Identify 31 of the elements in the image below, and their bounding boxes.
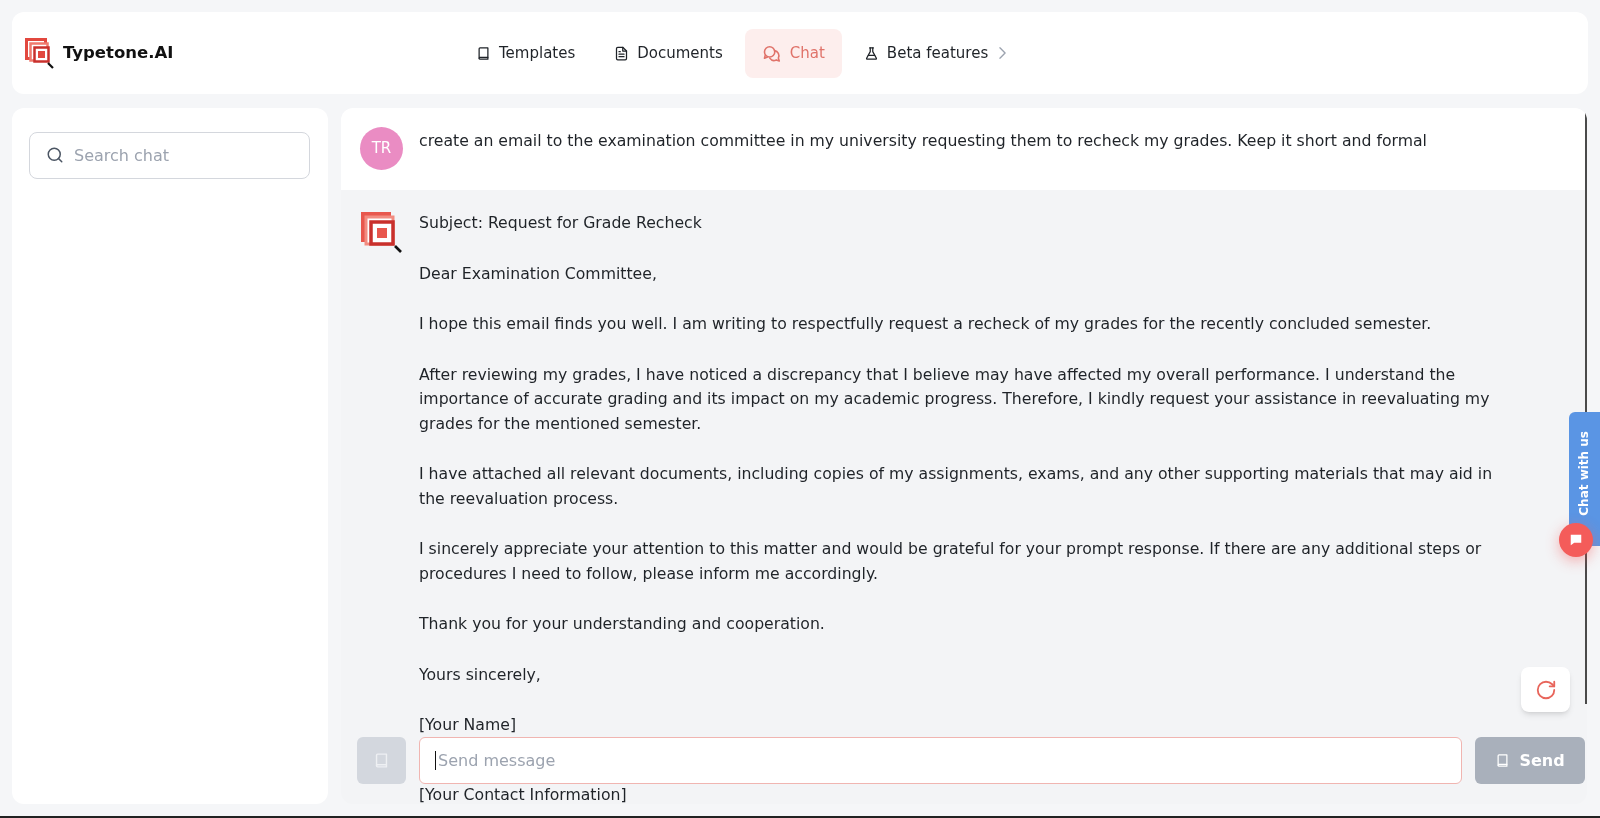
reply-paragraph: I sincerely appreciate your attention to this matter and would be grateful for your prompt response. If there are any additional steps or procedures I need to follow, please inform me accordingly. — [419, 538, 1483, 585]
reply-paragraph: Yours sincerely, — [419, 663, 542, 686]
refresh-icon — [1534, 678, 1557, 701]
assistant-logo-icon — [359, 210, 403, 254]
message-field[interactable]: Send message — [419, 737, 1462, 784]
nav-tab[interactable]: Templates — [459, 28, 593, 78]
message-text: create an email to the examination committee in my university requesting them to recheck my grades. Keep it short and formal — [419, 130, 1427, 152]
speech-bubble-icon — [1569, 533, 1583, 547]
search-field[interactable]: Search chat — [29, 132, 310, 179]
nav-tab[interactable]: Beta features — [846, 28, 1024, 78]
signature-line: [Your Contact Information] — [419, 785, 628, 804]
chat-bubbles-icon — [761, 43, 782, 63]
reply-paragraph: Thank you for your understanding and cooperation. — [419, 613, 826, 635]
flask-icon — [863, 44, 879, 62]
nav-tab[interactable]: Documents — [597, 28, 740, 78]
logo-icon — [25, 37, 54, 69]
brand-name: Typetone.AI — [63, 41, 174, 64]
text-cursor — [435, 751, 436, 770]
reply-paragraph: I have attached all relevant documents, including copies of my assignments, exams, and any other supporting materials that may aid in the reevaluation process. — [419, 463, 1494, 510]
reply-paragraph: Subject: Request for Grade Recheck — [419, 212, 703, 234]
book-icon — [476, 44, 491, 62]
document-icon — [614, 44, 630, 62]
signature-line: [Your Name] — [419, 714, 517, 736]
search-icon — [46, 146, 64, 164]
reply-paragraph: I hope this email finds you well. I am writing to respectfully request a recheck of my grades for the recently concluded semester. — [419, 313, 1433, 335]
reply-paragraph: After reviewing my grades, I have noticed a discrepancy that I believe may have affected my overall performance. I understand the importance of accurate grading and its impact on my academic progress. Therefore, I kindly request your assistance in reevaluating my grades for the mentioned semester. — [419, 363, 1491, 435]
reply-paragraph: Dear Examination Committee, — [419, 262, 658, 285]
book-icon — [373, 751, 390, 770]
user-avatar: TR — [360, 127, 403, 170]
book-icon — [1495, 752, 1511, 769]
refresh-button[interactable] — [1521, 667, 1570, 712]
